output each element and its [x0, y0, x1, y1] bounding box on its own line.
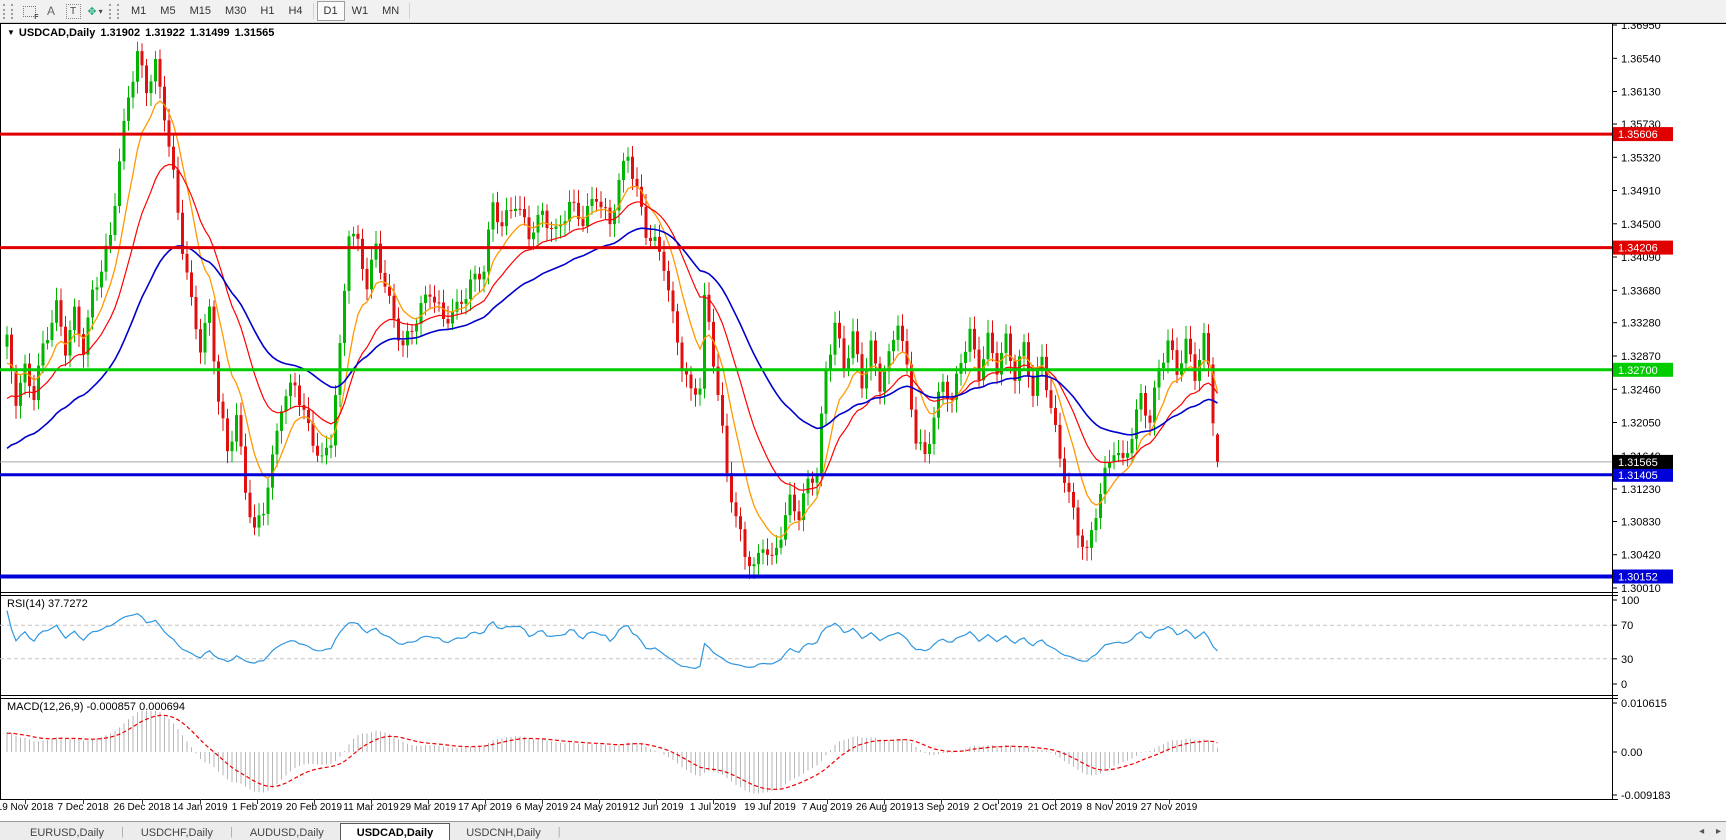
date-label: 29 Mar 2019 [399, 802, 457, 813]
svg-text:1.30010: 1.30010 [1621, 583, 1661, 595]
macd-main-value: -0.000857 [86, 701, 137, 713]
chart-canvas[interactable]: 1.369501.365401.361301.357301.353201.349… [0, 0, 1726, 812]
svg-text:1.36540: 1.36540 [1621, 53, 1661, 65]
toolbar-separator [312, 3, 314, 19]
svg-text:1.31405: 1.31405 [1618, 470, 1658, 482]
date-label: 19 Nov 2018 [0, 802, 54, 813]
date-label: 24 May 2019 [570, 802, 628, 813]
rsi-label: RSI(14) 37.7272 [7, 598, 88, 610]
chart-tab-usdchf[interactable]: USDCHF,Daily [125, 825, 229, 840]
timeframe-button-m1[interactable]: M1 [124, 2, 153, 20]
tab-scroll-right-icon[interactable]: ▸ [1716, 826, 1721, 837]
chart-ohlc-header: ▼ USDCAD,Daily 1.31902 1.31922 1.31499 1.3156… [7, 27, 274, 39]
timeframe-button-m5[interactable]: M5 [153, 2, 182, 20]
svg-text:1.36130: 1.36130 [1621, 87, 1661, 99]
svg-text:1.33680: 1.33680 [1621, 285, 1661, 297]
svg-text:1.30152: 1.30152 [1618, 572, 1658, 584]
toolbar-separator [409, 3, 411, 19]
ohlc-high: 1.31922 [145, 27, 185, 39]
chart-tab-eurusd[interactable]: EURUSD,Daily [14, 825, 120, 840]
svg-text:0.010615: 0.010615 [1621, 698, 1667, 710]
symbol-dropdown-icon[interactable]: ▼ [7, 28, 15, 37]
macd-signal-value: 0.000694 [139, 701, 185, 713]
ohlc-close: 1.31565 [234, 27, 275, 39]
dropdown-caret-icon[interactable]: ▾ [99, 7, 103, 16]
date-label: 7 Aug 2019 [801, 802, 853, 813]
svg-text:1.30420: 1.30420 [1621, 550, 1661, 562]
svg-text:1.31230: 1.31230 [1621, 484, 1661, 496]
date-label: 14 Jan 2019 [172, 802, 228, 813]
svg-text:1.35606: 1.35606 [1618, 129, 1658, 141]
text-box-icon[interactable]: T [62, 2, 84, 20]
date-label: 2 Oct 2019 [973, 802, 1023, 813]
ohlc-open: 1.31902 [100, 27, 141, 39]
date-label: 27 Nov 2019 [1140, 802, 1198, 813]
macd-label: MACD(12,26,9) -0.000857 0.000694 [7, 701, 185, 713]
svg-text:100: 100 [1621, 595, 1639, 607]
svg-text:1.32050: 1.32050 [1621, 418, 1661, 430]
svg-text:1.31565: 1.31565 [1618, 457, 1658, 469]
chart-tab-usdcad[interactable]: USDCAD,Daily [339, 823, 451, 840]
toolbar-drag-handle[interactable] [109, 3, 119, 19]
date-label: 8 Nov 2019 [1086, 802, 1138, 813]
svg-text:0: 0 [1621, 679, 1627, 691]
chart-window[interactable]: 1.36950 1.36540 1.36130 1.35730 1.35320 1.349… [0, 0, 1726, 818]
svg-text:1.33280: 1.33280 [1621, 318, 1661, 330]
timeframe-button-w1[interactable]: W1 [345, 2, 376, 20]
svg-text:70: 70 [1621, 620, 1633, 632]
chart-tab-usdcnh[interactable]: USDCNH,Daily [450, 825, 557, 840]
tab-scroll-left-icon[interactable]: ◂ [1699, 826, 1704, 837]
timeframe-button-mn[interactable]: MN [375, 2, 406, 20]
text-label-icon[interactable]: A [40, 2, 62, 20]
toolbar: F A T ✥ ▾ M1 M5 M15 M30 H1 H4 D1 W1 MN [0, 0, 1726, 23]
svg-text:1.34500: 1.34500 [1621, 219, 1661, 231]
date-label: 1 Jul 2019 [689, 802, 737, 813]
date-label: 17 Apr 2019 [458, 802, 512, 813]
svg-text:1.32700: 1.32700 [1618, 365, 1658, 377]
arrows-tool-icon[interactable]: ✥ ▾ [84, 2, 106, 20]
timeframe-button-h1[interactable]: H1 [253, 2, 281, 20]
chart-tab-bar: EURUSD,Daily | USDCHF,Daily | AUDUSD,Daily US… [0, 821, 1726, 840]
date-label: 26 Aug 2019 [855, 802, 913, 813]
date-label: 12 Jun 2019 [628, 802, 684, 813]
timeframe-button-m30[interactable]: M30 [218, 2, 253, 20]
date-label: 19 Jul 2019 [744, 802, 796, 813]
timeframe-button-d1[interactable]: D1 [316, 1, 345, 21]
svg-text:1.30830: 1.30830 [1621, 517, 1661, 529]
svg-text:1.35320: 1.35320 [1621, 152, 1661, 164]
date-label: 26 Dec 2018 [113, 802, 171, 813]
chart-symbol: USDCAD,Daily [18, 27, 96, 39]
chart-tab-audusd[interactable]: AUDUSD,Daily [234, 825, 340, 840]
date-label: 1 Feb 2019 [231, 802, 283, 813]
toolbar-drag-handle[interactable] [3, 3, 13, 19]
svg-text:30: 30 [1621, 654, 1633, 666]
svg-text:1.32460: 1.32460 [1621, 384, 1661, 396]
ohlc-low: 1.31499 [189, 27, 230, 39]
svg-text:1.34206: 1.34206 [1618, 243, 1658, 255]
date-label: 21 Oct 2019 [1027, 802, 1083, 813]
tab-separator: | [557, 826, 561, 838]
tab-scroll-arrows: ◂ ▸ [1690, 826, 1721, 837]
timeframe-button-h4[interactable]: H4 [281, 2, 309, 20]
date-label: 13 Sep 2019 [912, 802, 970, 813]
timeframe-button-m15[interactable]: M15 [183, 2, 218, 20]
date-label: 20 Feb 2019 [285, 802, 343, 813]
svg-text:0.00: 0.00 [1621, 747, 1642, 759]
svg-text:1.34910: 1.34910 [1621, 186, 1661, 198]
svg-text:-0.009183: -0.009183 [1621, 790, 1671, 802]
fibo-tool-icon[interactable]: F [18, 2, 40, 21]
date-label: 7 Dec 2018 [57, 802, 109, 813]
date-label: 11 Mar 2019 [343, 802, 399, 813]
rsi-value: 37.7272 [47, 598, 88, 610]
svg-text:1.32870: 1.32870 [1621, 351, 1661, 363]
date-label: 6 May 2019 [515, 802, 569, 813]
